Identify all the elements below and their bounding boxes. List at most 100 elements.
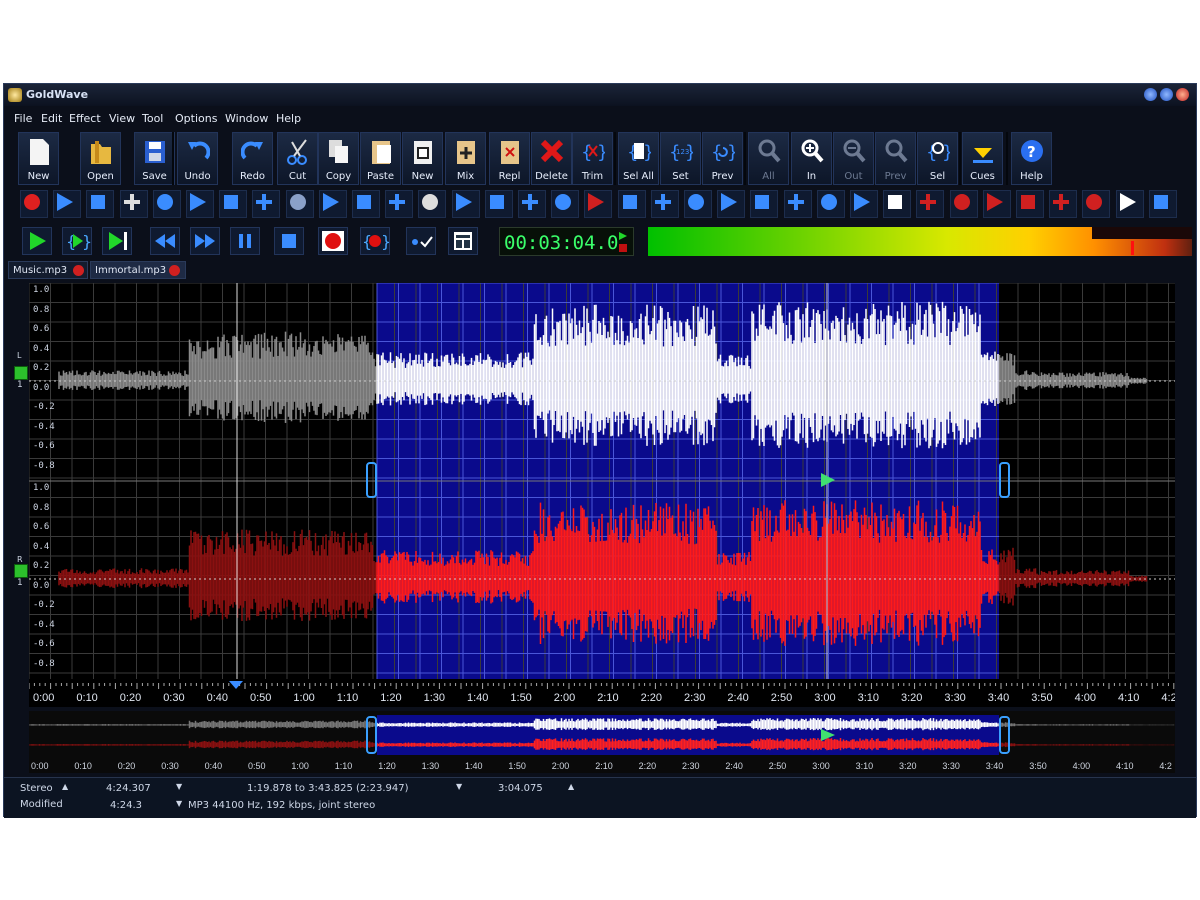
effect-parametric-eq-button[interactable] xyxy=(418,190,447,218)
menu-edit[interactable]: Edit xyxy=(41,112,62,125)
effect-echo-button[interactable] xyxy=(186,190,214,218)
toolbar-repl-button[interactable]: Repl xyxy=(489,132,530,185)
toolbar-in-button[interactable]: In xyxy=(791,132,832,185)
effect-matcher-button[interactable] xyxy=(816,190,845,218)
record-button[interactable] xyxy=(318,227,348,255)
menu-options[interactable]: Options xyxy=(175,112,217,125)
effect-clock-button[interactable] xyxy=(1115,190,1144,218)
right-channel-enable-checkbox[interactable] xyxy=(14,564,28,578)
toolbar-out-button[interactable]: Out xyxy=(833,132,874,185)
time-ruler[interactable]: 0:00 0:10 0:20 0:30 0:40 0:50 1:00 1:10 1:20 1:30… xyxy=(28,679,1177,707)
svg-text:3:10: 3:10 xyxy=(856,761,874,771)
time-warp-icon xyxy=(688,194,704,210)
effect-spectrum-filter-button[interactable] xyxy=(518,190,546,218)
toolbar-mix-button[interactable]: Mix xyxy=(445,132,486,185)
toolbar-set-button[interactable]: {123} Set xyxy=(660,132,701,185)
toolbar-button-label: Mix xyxy=(456,171,475,182)
pause-button[interactable] xyxy=(230,227,260,255)
toolbar-delete-button[interactable]: Delete xyxy=(531,132,572,185)
effect-noise-reduction-button[interactable] xyxy=(551,190,580,218)
close-button[interactable] xyxy=(1176,88,1189,101)
menu-help[interactable]: Help xyxy=(276,112,301,125)
effect-compressor-button[interactable] xyxy=(119,190,148,218)
toolbar-open-button[interactable]: Open xyxy=(80,132,121,185)
device-controls-button[interactable] xyxy=(448,227,478,255)
effect-maximize-button[interactable] xyxy=(850,190,878,218)
play-button[interactable] xyxy=(22,227,52,255)
play-state-icon xyxy=(619,232,627,252)
effect-stop-fx-button[interactable] xyxy=(20,190,48,218)
overview-waveform[interactable]: 0:00 0:10 0:20 0:30 0:40 0:50 1:00 1:10 1:20 1:30… xyxy=(28,711,1175,773)
toolbar-new-button[interactable]: New xyxy=(402,132,443,185)
play-from-cursor-button[interactable] xyxy=(102,227,132,255)
effect-shape-volume-button[interactable] xyxy=(783,190,812,218)
channel-mode[interactable]: Stereo xyxy=(20,783,53,794)
effect-auto-gain-button[interactable] xyxy=(86,190,115,218)
effect-pan-button[interactable] xyxy=(385,190,414,218)
effect-marker-3-button[interactable] xyxy=(1049,190,1078,218)
effect-time-warp-button[interactable] xyxy=(684,190,712,218)
toolbar-sel-button[interactable]: {} Sel xyxy=(917,132,958,185)
menu-tool[interactable]: Tool xyxy=(142,112,163,125)
effect-marker-button[interactable] xyxy=(982,190,1011,218)
effect-invert-button[interactable] xyxy=(252,190,281,218)
rewind-button[interactable] xyxy=(150,227,180,255)
waveform-display[interactable]: 1.0 1.0 0.8 0.8 0.6 0.6 0.4 0.4 0.2 0.2 0.0 0.0 -0.2… xyxy=(29,283,1175,679)
menu-view[interactable]: View xyxy=(109,112,135,125)
toolbar-help-button[interactable]: ? Help xyxy=(1011,132,1052,185)
control-properties-button[interactable] xyxy=(406,227,436,255)
position-arrow-icon[interactable]: ▲ xyxy=(568,782,574,791)
effect-doppler-button[interactable] xyxy=(152,190,181,218)
menu-window[interactable]: Window xyxy=(225,112,268,125)
play-selection-button[interactable]: {} xyxy=(62,227,92,255)
effect-reverse-button[interactable] xyxy=(219,190,248,218)
toolbar-all-button[interactable]: All xyxy=(748,132,789,185)
toolbar-save-button[interactable]: Save xyxy=(134,132,175,185)
maximize-button[interactable] xyxy=(1160,88,1173,101)
effect-fade-in-button[interactable] xyxy=(717,190,746,218)
waveform-canvas[interactable] xyxy=(29,283,1175,679)
menu-effect[interactable]: Effect xyxy=(69,112,101,125)
cues-icon xyxy=(971,138,995,166)
toolbar-copy-button[interactable]: Copy xyxy=(318,132,359,185)
effect-volume-change-button[interactable] xyxy=(53,190,82,218)
effect-speaker-button[interactable] xyxy=(650,190,679,218)
stop-button[interactable] xyxy=(274,227,304,255)
effect-remove-silence-button[interactable] xyxy=(584,190,613,218)
close-tab-icon[interactable] xyxy=(73,265,84,276)
length-arrow-icon[interactable]: ▼ xyxy=(176,782,182,791)
effect-channel-mixer-button[interactable] xyxy=(883,190,912,218)
effect-flip-button[interactable] xyxy=(318,190,347,218)
toolbar-new-button[interactable]: New xyxy=(18,132,59,185)
effect-bubble-button[interactable] xyxy=(949,190,978,218)
effect-marker-2-button[interactable] xyxy=(1016,190,1044,218)
effect-offset-button[interactable] xyxy=(352,190,380,218)
selection-arrow-icon[interactable]: ▼ xyxy=(456,782,462,791)
effect-marker-4-button[interactable] xyxy=(1082,190,1111,218)
toolbar-undo-button[interactable]: Undo xyxy=(177,132,218,185)
toolbar-paste-button[interactable]: Paste xyxy=(360,132,401,185)
effect-spectrum-button[interactable] xyxy=(617,190,646,218)
toolbar-redo-button[interactable]: Redo xyxy=(232,132,273,185)
marker-4-icon xyxy=(1086,194,1103,210)
minimize-button[interactable] xyxy=(1144,88,1157,101)
toolbar-prev-button[interactable]: {} Prev xyxy=(702,132,743,185)
effect-cue-button[interactable] xyxy=(916,190,945,218)
toolbar-trim-button[interactable]: {} Trim xyxy=(572,132,613,185)
effect-playback-rate-button[interactable] xyxy=(484,190,513,218)
toolbar-prev-button[interactable]: Prev xyxy=(875,132,916,185)
menu-file[interactable]: File xyxy=(14,112,32,125)
effect-fade-out-button[interactable] xyxy=(750,190,779,218)
record-selection-button[interactable]: {} xyxy=(360,227,391,255)
channel-mode-arrow-icon[interactable]: ▲ xyxy=(62,782,68,791)
format-arrow-icon[interactable]: ▼ xyxy=(176,799,182,808)
effect-pitch-button[interactable] xyxy=(451,190,480,218)
toolbar-cues-button[interactable]: Cues xyxy=(962,132,1003,185)
effect-window-button[interactable] xyxy=(1148,190,1177,218)
left-channel-enable-checkbox[interactable] xyxy=(14,366,28,380)
close-tab-icon[interactable] xyxy=(169,265,180,276)
toolbar-cut-button[interactable]: Cut xyxy=(277,132,318,185)
toolbar-sel-all-button[interactable]: {} Sel All xyxy=(618,132,659,185)
fast-forward-button[interactable] xyxy=(190,227,220,255)
effect-equalizer-button[interactable] xyxy=(285,190,314,218)
